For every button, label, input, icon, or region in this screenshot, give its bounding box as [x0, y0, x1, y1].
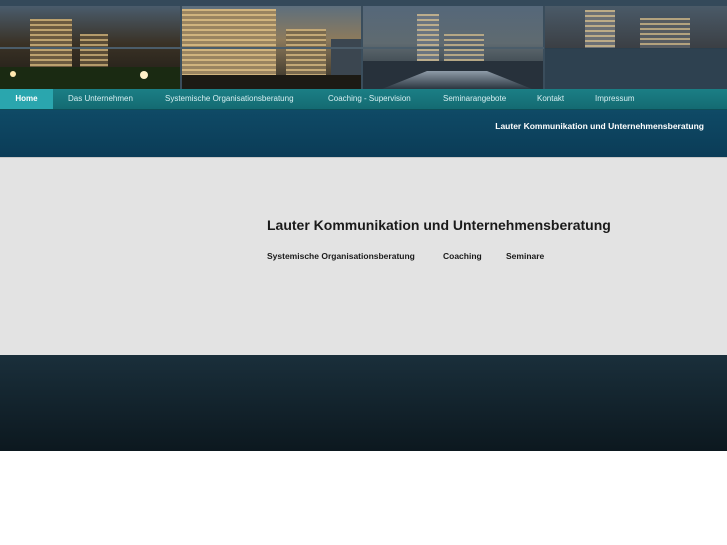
footer: [0, 355, 727, 451]
main-content: Lauter Kommunikation und Unternehmensber…: [0, 157, 727, 356]
nav-item-home[interactable]: Home: [0, 89, 53, 109]
header-blank-panel: [545, 49, 727, 89]
link-systemische-organisationsberatung[interactable]: Systemische Organisationsberatung: [267, 251, 415, 261]
nav-item-systemische-organisationsberatung[interactable]: Systemische Organisationsberatung: [165, 89, 294, 109]
main-navigation: Home Das Unternehmen Systemische Organis…: [0, 89, 727, 110]
nav-item-impressum[interactable]: Impressum: [595, 89, 635, 109]
city-photo-4: [545, 6, 727, 48]
collage-divider: [0, 47, 544, 49]
nav-item-seminarangebote[interactable]: Seminarangebote: [443, 89, 506, 109]
link-seminare[interactable]: Seminare: [506, 251, 544, 261]
page-title: Lauter Kommunikation und Unternehmensber…: [267, 217, 611, 233]
title-band: Lauter Kommunikation und Unternehmensber…: [0, 110, 727, 157]
nav-item-das-unternehmen[interactable]: Das Unternehmen: [68, 89, 133, 109]
header-banner: [0, 0, 727, 89]
nav-item-coaching-supervision[interactable]: Coaching - Supervision: [328, 89, 411, 109]
link-coaching[interactable]: Coaching: [443, 251, 482, 261]
nav-item-kontakt[interactable]: Kontakt: [537, 89, 564, 109]
site-title: Lauter Kommunikation und Unternehmensber…: [495, 121, 704, 131]
